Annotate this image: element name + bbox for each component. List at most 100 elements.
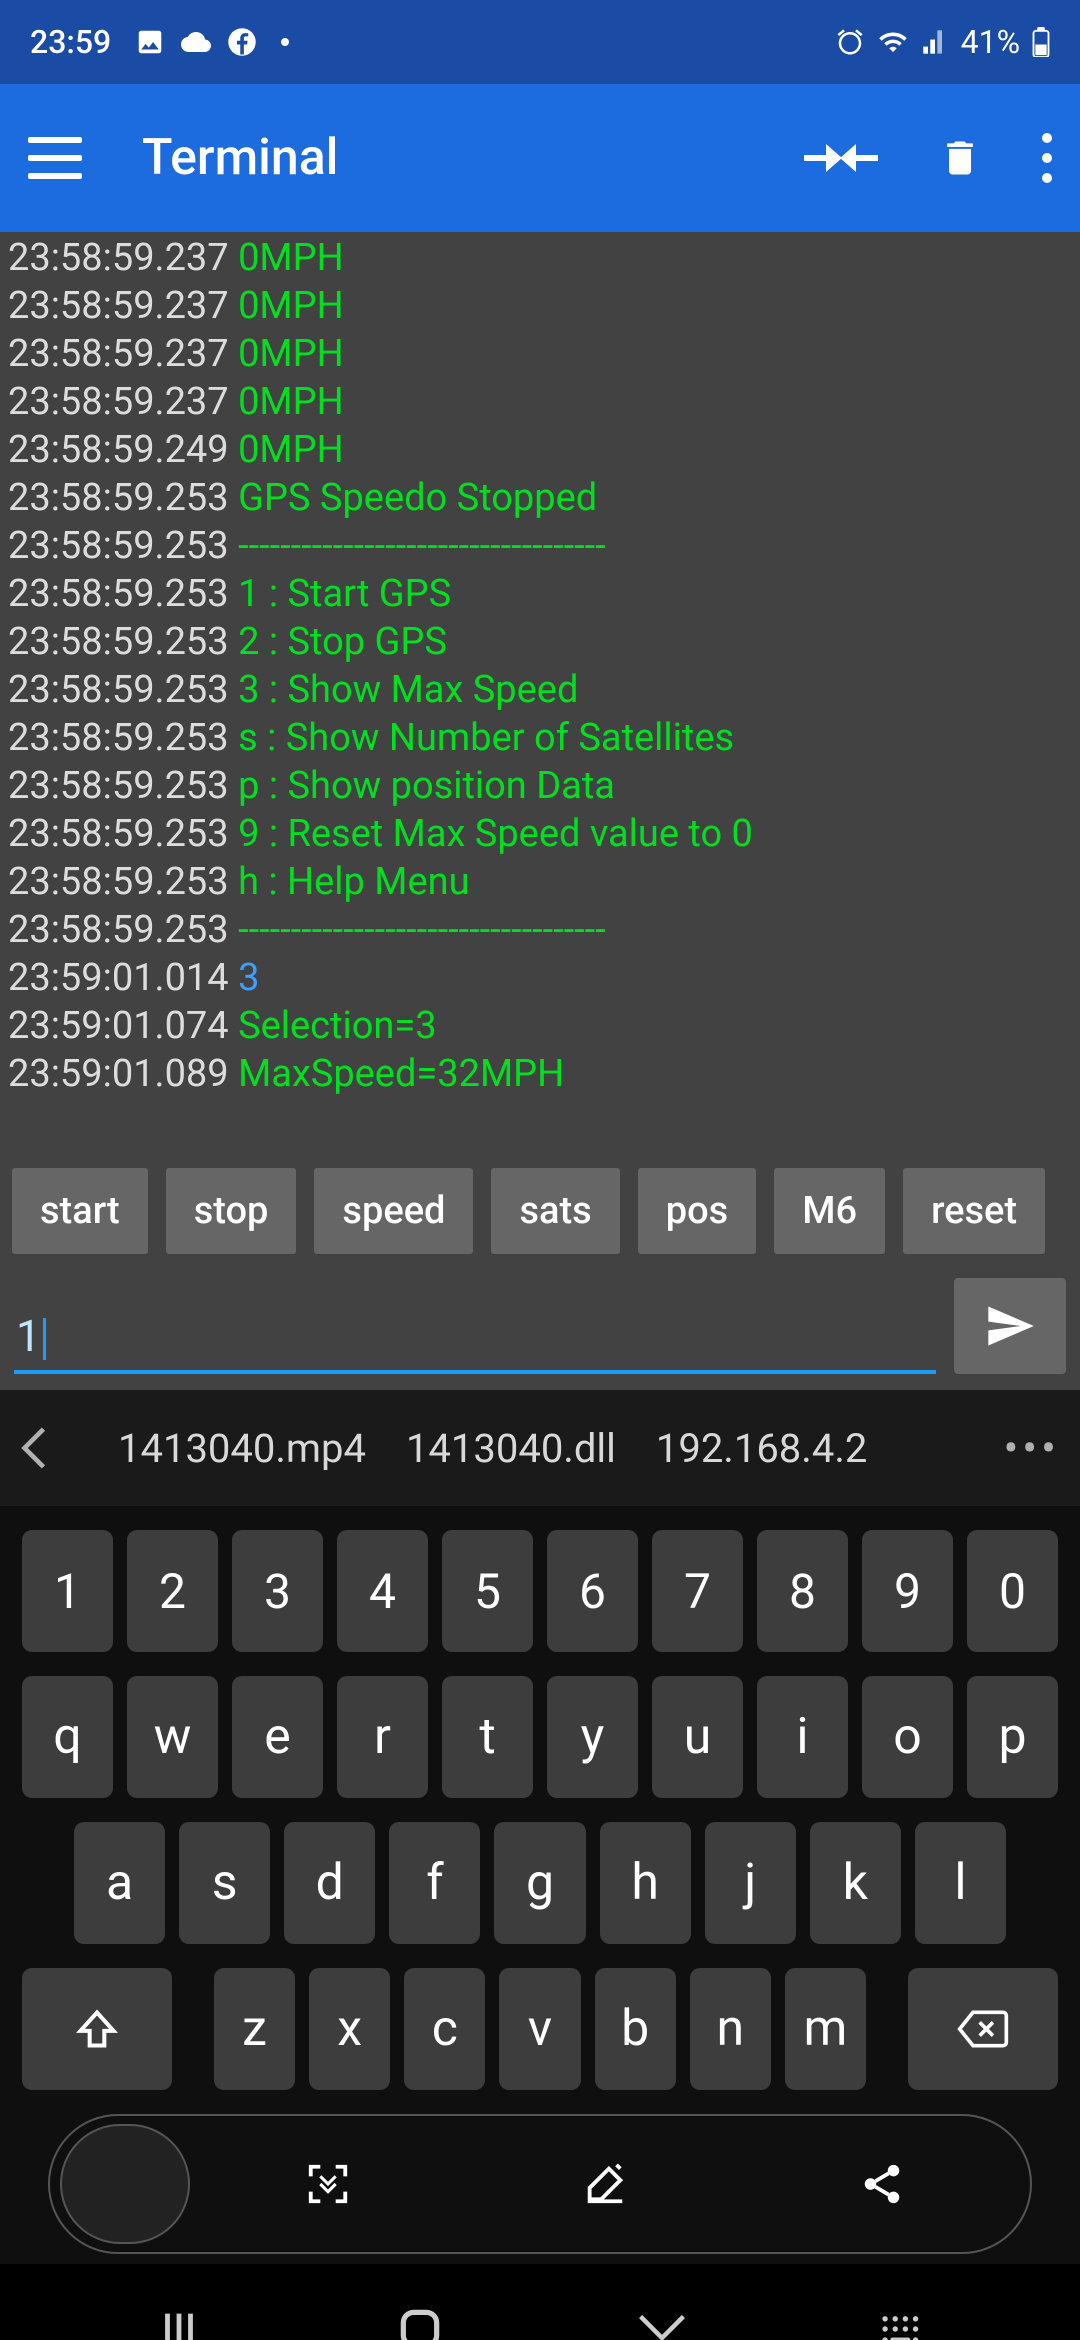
log-line: 23:58:59.237 0MPH	[8, 330, 1072, 378]
input-row: 1	[0, 1264, 1080, 1390]
key-l[interactable]: l	[915, 1822, 1006, 1944]
home-button[interactable]	[395, 2304, 445, 2340]
overflow-icon[interactable]	[1042, 133, 1052, 183]
log-line: 23:58:59.253 ---------------------------…	[8, 522, 1072, 570]
backspace-key[interactable]	[908, 1968, 1058, 2090]
command-input[interactable]: 1	[14, 1292, 936, 1374]
shift-key[interactable]	[22, 1968, 172, 2090]
macro-start[interactable]: start	[12, 1168, 148, 1254]
key-e[interactable]: e	[232, 1676, 323, 1798]
log-timestamp: 23:58:59.253	[8, 764, 238, 808]
menu-icon[interactable]	[28, 137, 82, 179]
key-9[interactable]: 9	[862, 1530, 953, 1652]
suggest-back-icon[interactable]	[20, 1426, 80, 1470]
suggest-item[interactable]: 192.168.4.2	[656, 1425, 867, 1472]
key-3[interactable]: 3	[232, 1530, 323, 1652]
log-timestamp: 23:58:59.253	[8, 572, 238, 616]
key-8[interactable]: 8	[757, 1530, 848, 1652]
key-u[interactable]: u	[652, 1676, 743, 1798]
log-message: 0MPH	[238, 236, 344, 280]
key-x[interactable]: x	[309, 1968, 390, 2090]
scan-icon[interactable]	[305, 2161, 351, 2207]
key-v[interactable]: v	[499, 1968, 580, 2090]
edit-icon[interactable]	[582, 2161, 628, 2207]
trash-icon[interactable]	[938, 133, 982, 183]
log-message: 0MPH	[238, 380, 344, 424]
key-n[interactable]: n	[690, 1968, 771, 2090]
macro-m6[interactable]: M6	[774, 1168, 885, 1254]
log-line: 23:58:59.253 ---------------------------…	[8, 906, 1072, 954]
log-timestamp: 23:58:59.237	[8, 380, 238, 424]
keyboard-switch-icon[interactable]	[880, 2313, 924, 2340]
key-2[interactable]: 2	[127, 1530, 218, 1652]
key-j[interactable]: j	[705, 1822, 796, 1944]
log-message: h : Help Menu	[238, 860, 470, 904]
key-k[interactable]: k	[810, 1822, 901, 1944]
log-message: Selection=3	[238, 1004, 437, 1048]
log-message: p : Show position Data	[238, 764, 615, 808]
dot-icon	[281, 38, 289, 46]
log-message: 0MPH	[238, 332, 344, 376]
log-timestamp: 23:58:59.253	[8, 620, 238, 664]
key-i[interactable]: i	[757, 1676, 848, 1798]
log-timestamp: 23:58:59.253	[8, 668, 238, 712]
macro-stop[interactable]: stop	[166, 1168, 297, 1254]
log-message: 9 : Reset Max Speed value to 0	[238, 812, 753, 856]
key-m[interactable]: m	[785, 1968, 866, 2090]
log-line: 23:58:59.253 GPS Speedo Stopped	[8, 474, 1072, 522]
log-timestamp: 23:58:59.249	[8, 428, 238, 472]
key-o[interactable]: o	[862, 1676, 953, 1798]
key-w[interactable]: w	[127, 1676, 218, 1798]
log-message: 3 : Show Max Speed	[238, 668, 578, 712]
key-6[interactable]: 6	[547, 1530, 638, 1652]
log-timestamp: 23:58:59.237	[8, 284, 238, 328]
key-y[interactable]: y	[547, 1676, 638, 1798]
key-0[interactable]: 0	[967, 1530, 1058, 1652]
key-p[interactable]: p	[967, 1676, 1058, 1798]
suggest-more-icon[interactable]: •••	[1003, 1422, 1060, 1474]
kb-row-4: zxcvbnm	[22, 1968, 1058, 2090]
key-h[interactable]: h	[600, 1822, 691, 1944]
key-4[interactable]: 4	[337, 1530, 428, 1652]
log-line: 23:59:01.089 MaxSpeed=32MPH	[8, 1050, 1072, 1098]
key-r[interactable]: r	[337, 1676, 428, 1798]
macro-pos[interactable]: pos	[638, 1168, 756, 1254]
key-z[interactable]: z	[214, 1968, 295, 2090]
key-5[interactable]: 5	[442, 1530, 533, 1652]
macro-reset[interactable]: reset	[903, 1168, 1045, 1254]
app-title: Terminal	[142, 129, 804, 187]
back-button[interactable]	[637, 2311, 687, 2340]
suggest-item[interactable]: 1413040.mp4	[118, 1425, 366, 1472]
recents-button[interactable]	[156, 2306, 202, 2340]
alarm-icon	[835, 27, 865, 57]
log-line: 23:58:59.253 3 : Show Max Speed	[8, 666, 1072, 714]
key-d[interactable]: d	[284, 1822, 375, 1944]
log-line: 23:58:59.237 0MPH	[8, 282, 1072, 330]
share-icon[interactable]	[859, 2161, 905, 2207]
key-q[interactable]: q	[22, 1676, 113, 1798]
key-1[interactable]: 1	[22, 1530, 113, 1652]
kb-row-1: 1234567890	[22, 1530, 1058, 1652]
key-f[interactable]: f	[389, 1822, 480, 1944]
action-icons	[190, 2161, 1020, 2207]
macro-sats[interactable]: sats	[491, 1168, 619, 1254]
key-b[interactable]: b	[595, 1968, 676, 2090]
key-g[interactable]: g	[494, 1822, 585, 1944]
key-c[interactable]: c	[404, 1968, 485, 2090]
clipboard-thumb[interactable]	[60, 2124, 190, 2244]
key-a[interactable]: a	[74, 1822, 165, 1944]
image-icon	[135, 27, 165, 57]
keyboard-suggest-bar: 1413040.mp4 1413040.dll 192.168.4.2 •••	[0, 1390, 1080, 1506]
log-timestamp: 23:58:59.253	[8, 860, 238, 904]
connect-icon[interactable]	[804, 136, 878, 180]
send-button[interactable]	[954, 1278, 1066, 1374]
key-7[interactable]: 7	[652, 1530, 743, 1652]
key-t[interactable]: t	[442, 1676, 533, 1798]
log-timestamp: 23:58:59.253	[8, 812, 238, 856]
key-s[interactable]: s	[179, 1822, 270, 1944]
log-timestamp: 23:59:01.014	[8, 956, 238, 1000]
macro-speed[interactable]: speed	[314, 1168, 473, 1254]
log-line: 23:58:59.249 0MPH	[8, 426, 1072, 474]
suggest-item[interactable]: 1413040.dll	[406, 1425, 616, 1472]
terminal-output[interactable]: 23:58:59.237 0MPH23:58:59.237 0MPH23:58:…	[0, 232, 1080, 1148]
